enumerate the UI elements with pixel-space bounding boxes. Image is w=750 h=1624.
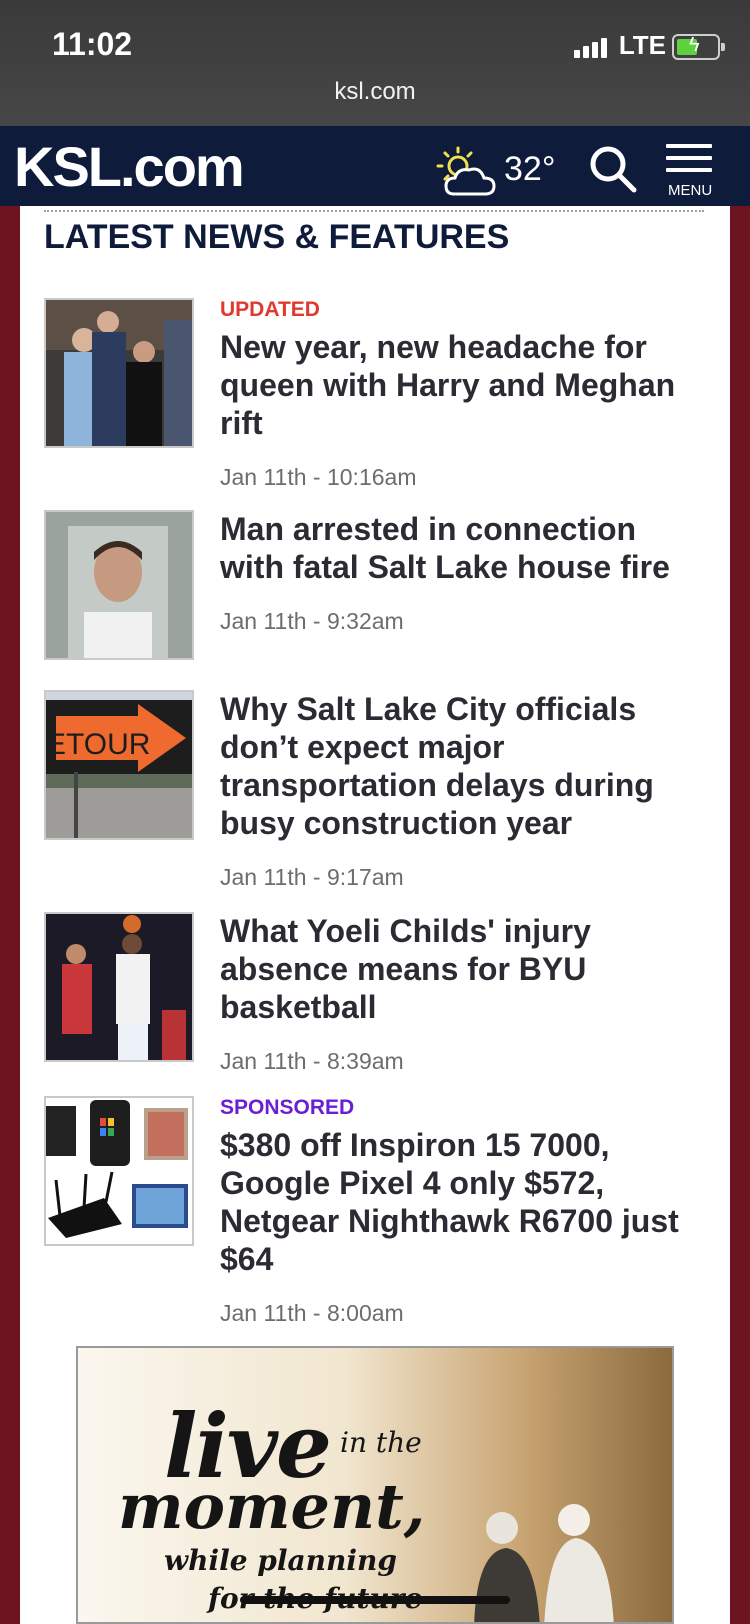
search-icon[interactable] [588,144,638,194]
battery-charging-icon: ϟ [672,34,725,60]
status-time: 11:02 [52,26,133,62]
site-header: KSL.com 32° MENU [0,126,750,206]
ad-headline: moment, [118,1470,426,1543]
address-bar-url[interactable]: ksl.com [0,78,750,106]
article-date: Jan 11th - 8:00am [220,1300,404,1326]
cellular-signal-icon [574,36,612,58]
hamburger-icon [666,144,712,148]
article-text: UPDATED New year, new headache for queen… [220,298,700,491]
ad-text: while planning [164,1544,397,1577]
ad-text: in the [340,1426,422,1459]
sponsored-badge: SPONSORED [220,1096,355,1119]
menu-button[interactable]: MENU [666,144,716,202]
article-headline[interactable]: Man arrested in connection with fatal Sa… [220,510,700,586]
article-thumbnail[interactable] [44,1096,194,1246]
article-thumbnail[interactable] [44,298,194,448]
network-type: LTE [618,30,666,60]
article-date: Jan 11th - 8:39am [220,1048,404,1074]
article-date: Jan 11th - 9:17am [220,864,404,890]
home-indicator[interactable] [240,1596,510,1604]
article-headline[interactable]: $380 off Inspiron 15 7000, Google Pixel … [220,1126,700,1278]
article-text: SPONSORED $380 off Inspiron 15 7000, Goo… [220,1096,700,1327]
article-text: What Yoeli Childs' injury absence means … [220,912,700,1075]
ksl-logo[interactable]: KSL.com [14,134,245,199]
partly-sunny-icon[interactable] [436,146,498,198]
temperature[interactable]: 32° [504,150,555,189]
status-bar: 11:02 LTE ϟ ksl.com [0,0,750,126]
menu-label: MENU [668,182,713,199]
detour-sign-text: ETOUR [46,728,150,761]
section-title: LATEST NEWS & FEATURES [44,218,510,256]
article-text: Man arrested in connection with fatal Sa… [220,510,700,635]
updated-badge: UPDATED [220,298,320,321]
article-headline[interactable]: Why Salt Lake City officials don’t expec… [220,690,700,842]
article-headline[interactable]: What Yoeli Childs' injury absence means … [220,912,700,1026]
section-divider [44,210,704,212]
article-thumbnail[interactable] [44,912,194,1062]
article-headline[interactable]: New year, new headache for queen with Ha… [220,328,700,442]
article-date: Jan 11th - 10:16am [220,464,417,490]
article-thumbnail[interactable]: ETOUR [44,690,194,840]
article-thumbnail[interactable] [44,510,194,660]
advertisement-banner[interactable]: live in the moment, while planning for t… [76,1346,674,1624]
article-text: Why Salt Lake City officials don’t expec… [220,690,700,891]
article-date: Jan 11th - 9:32am [220,608,404,634]
